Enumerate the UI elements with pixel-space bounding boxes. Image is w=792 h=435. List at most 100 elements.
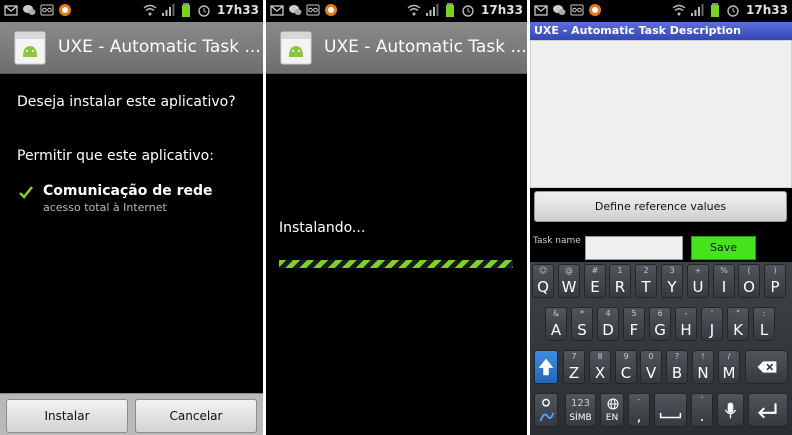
key-g[interactable]: 6G — [649, 307, 671, 341]
key-secondary-label: : — [762, 309, 766, 318]
key-e[interactable]: # E — [584, 264, 606, 298]
space-key[interactable] — [654, 393, 687, 427]
key-v[interactable]: 0V — [640, 350, 662, 384]
alarm-icon — [462, 5, 474, 17]
key-label: S — [577, 321, 587, 339]
wifi-icon — [407, 4, 421, 16]
backspace-key[interactable] — [745, 350, 788, 384]
key-secondary-label: 6 — [657, 309, 663, 318]
clock: 17h33 — [746, 3, 788, 17]
key-secondary-label: 1 — [617, 266, 623, 275]
key-secondary-label: @ — [565, 266, 573, 275]
key-i[interactable]: % I — [713, 264, 735, 298]
key-r[interactable]: 1R — [609, 264, 631, 298]
key-label: K — [733, 321, 743, 339]
key-s[interactable]: * S — [571, 307, 593, 341]
key-h[interactable]: -H — [675, 307, 697, 341]
key-j[interactable]: ' J — [701, 307, 723, 341]
android-app-icon — [280, 31, 312, 65]
install-button[interactable]: Instalar — [6, 399, 128, 433]
microphone-icon — [724, 402, 737, 419]
key-label: R — [614, 278, 626, 296]
key-q[interactable]: ☺ Q — [532, 264, 554, 298]
installing-status: Instalando... — [279, 220, 366, 236]
cancel-button[interactable]: Cancelar — [135, 399, 257, 433]
chat-icon — [289, 5, 302, 15]
key-label: N — [697, 364, 709, 382]
period-key-secondary: ' — [700, 395, 704, 404]
app-title-bar: UXE - Automatic Task ... — [0, 22, 263, 74]
gmail-icon — [534, 5, 548, 16]
comma-key-label: , — [636, 407, 642, 425]
key-t[interactable]: 2T — [635, 264, 657, 298]
symbols-key[interactable]: 123 SÍMB — [565, 393, 596, 427]
android-app-icon — [14, 31, 46, 65]
key-label: F — [629, 321, 639, 339]
settings-handwriting-key[interactable] — [534, 393, 558, 427]
key-x[interactable]: 8X — [589, 350, 611, 384]
shift-arrow-icon — [538, 358, 554, 376]
key-o[interactable]: (O — [738, 264, 760, 298]
backspace-icon — [757, 361, 777, 373]
space-bar-icon — [659, 412, 682, 419]
shift-key[interactable] — [534, 350, 558, 384]
task-description-textarea[interactable] — [530, 40, 792, 188]
key-f[interactable]: 5F — [623, 307, 645, 341]
key-w[interactable]: @ W — [558, 264, 580, 298]
key-secondary-label: ? — [674, 352, 680, 361]
gmail-icon — [270, 5, 284, 16]
alarm-icon — [198, 5, 210, 17]
key-secondary-label: " — [736, 309, 740, 318]
key-label: T — [641, 278, 651, 296]
key-label: Z — [568, 364, 580, 382]
key-n[interactable]: ! N — [692, 350, 714, 384]
key-c[interactable]: 9C — [615, 350, 637, 384]
key-k[interactable]: " K — [727, 307, 749, 341]
install-progress-bar — [279, 260, 513, 268]
installing-screen: 17h33 UXE - Automatic Task ... Instaland… — [266, 0, 527, 435]
app-title: UXE - Automatic Task ... — [58, 37, 261, 57]
language-key-label: EN — [605, 413, 619, 423]
task-name-input[interactable] — [585, 236, 683, 260]
gear-pen-icon — [539, 398, 555, 422]
voice-input-key[interactable] — [717, 393, 744, 427]
key-p[interactable]: ) P — [764, 264, 786, 298]
activity-title: UXE - Automatic Task Description — [534, 24, 741, 37]
chat-icon — [553, 5, 566, 15]
chat-icon — [23, 5, 36, 15]
app-notification-icon — [325, 4, 337, 16]
key-y[interactable]: 3Y — [661, 264, 683, 298]
key-m[interactable]: / M — [718, 350, 740, 384]
key-a[interactable]: & A — [545, 307, 567, 341]
comma-key-secondary: - — [637, 395, 641, 404]
period-key[interactable]: ' . — [691, 393, 713, 427]
comma-key[interactable]: - , — [628, 393, 650, 427]
define-reference-values-button[interactable]: Define reference values — [534, 191, 787, 222]
app-title: UXE - Automatic Task ... — [324, 37, 527, 57]
key-b[interactable]: ? B — [666, 350, 688, 384]
key-label: D — [602, 321, 614, 339]
key-label: X — [594, 364, 606, 382]
key-d[interactable]: 4D — [597, 307, 619, 341]
install-question: Deseja instalar este aplicativo? — [17, 94, 236, 110]
enter-key[interactable] — [748, 393, 788, 427]
battery-icon — [446, 3, 455, 17]
status-bar: 17h33 — [266, 0, 527, 22]
key-secondary-label: * — [580, 309, 584, 318]
app-notification-icon — [589, 4, 601, 16]
key-label: O — [743, 278, 755, 296]
key-u[interactable]: + U — [687, 264, 709, 298]
button-bar: Instalar Cancelar — [0, 393, 263, 435]
key-secondary-label: ( — [747, 266, 751, 275]
status-bar: 17h33 — [530, 0, 792, 22]
language-key[interactable]: EN — [600, 393, 624, 427]
signal-icon — [426, 4, 439, 16]
key-label: M — [722, 364, 736, 382]
key-secondary-label: ☺ — [538, 266, 548, 275]
key-label: Q — [537, 278, 549, 296]
key-label: H — [680, 321, 692, 339]
key-label: B — [671, 364, 683, 382]
key-l[interactable]: :L — [753, 307, 775, 341]
key-z[interactable]: 7Z — [563, 350, 585, 384]
save-button[interactable]: Save — [691, 236, 756, 260]
